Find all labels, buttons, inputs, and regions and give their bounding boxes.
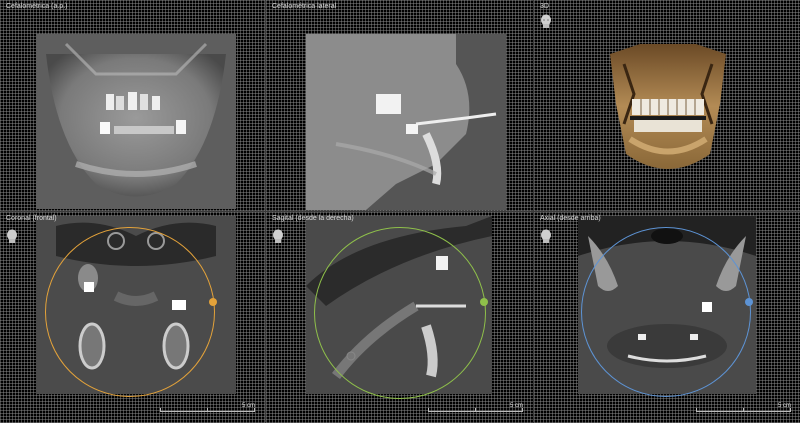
lateral-xray-image <box>306 34 506 210</box>
scale-label: 5 cm <box>241 403 255 409</box>
panel-cephalometric-ap[interactable]: Cefalométrica (a.p.) <box>0 0 265 211</box>
scale-bar: 5 cm <box>696 403 791 413</box>
skull-3d-render <box>610 44 726 169</box>
scale-bar: 5 cm <box>160 403 255 413</box>
panel-cephalometric-lateral[interactable]: Cefalométrica lateral <box>266 0 533 211</box>
ap-xray-image <box>36 34 236 209</box>
head-orientation-icon[interactable] <box>6 229 18 243</box>
radiology-viewer: Cefalométrica (a.p.) Cefalométrica later… <box>0 0 800 423</box>
head-orientation-icon[interactable] <box>540 14 552 28</box>
panel-label: Sagital (desde la derecha) <box>272 215 354 222</box>
panel-label: Axial (desde arriba) <box>540 215 601 222</box>
head-orientation-icon[interactable] <box>272 229 284 243</box>
sagittal-slice-image <box>306 216 492 394</box>
scale-bar: 5 cm <box>428 403 523 413</box>
panel-sagittal[interactable]: Sagital (desde la derecha) 5 cm <box>266 212 533 423</box>
panel-label: Coronal (frontal) <box>6 215 57 222</box>
axial-rotate-handle[interactable] <box>745 298 753 306</box>
panel-label: Cefalométrica lateral <box>272 3 337 10</box>
axial-slice-image <box>578 216 756 394</box>
panel-label: 3D <box>540 3 549 10</box>
panel-axial[interactable]: Axial (desde arriba) 5 cm <box>534 212 800 423</box>
head-orientation-icon[interactable] <box>540 229 552 243</box>
sagittal-rotate-handle[interactable] <box>480 298 488 306</box>
panel-coronal[interactable]: Coronal (frontal) 5 cm <box>0 212 265 423</box>
panel-3d[interactable]: 3D <box>534 0 800 211</box>
panel-label: Cefalométrica (a.p.) <box>6 3 68 10</box>
coronal-slice-image <box>36 216 236 394</box>
coronal-rotate-handle[interactable] <box>209 298 217 306</box>
scale-label: 5 cm <box>509 403 523 409</box>
scale-label: 5 cm <box>777 403 791 409</box>
